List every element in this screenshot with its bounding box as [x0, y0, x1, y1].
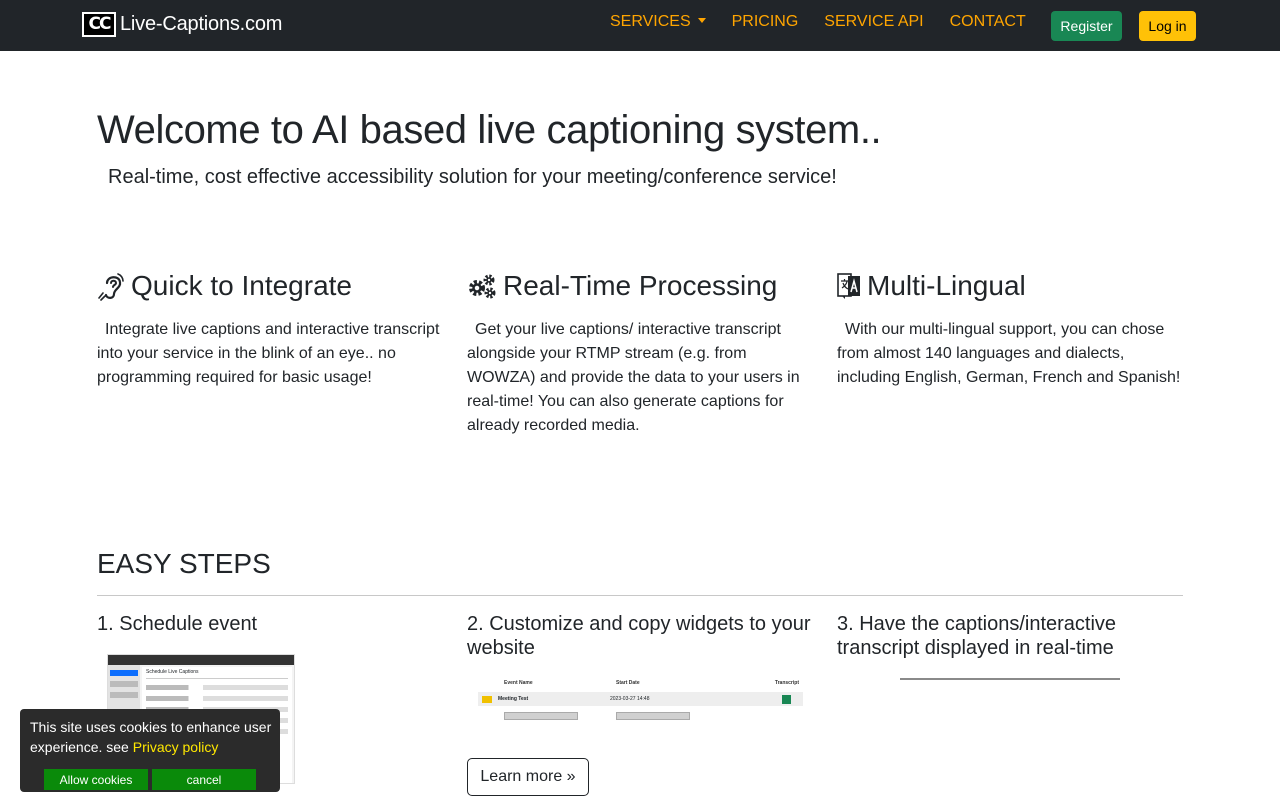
feature-title-text: Quick to Integrate: [131, 270, 353, 301]
nav-contact-link[interactable]: CONTACT: [950, 13, 1026, 31]
hero-title: Welcome to AI based live captioning syst…: [97, 108, 882, 152]
column-start-date: Start Date: [616, 680, 640, 686]
cookie-message: This site uses cookies to enhance user e…: [30, 717, 274, 757]
column-event-name: Event Name: [504, 680, 533, 686]
screenshot-form-title: Schedule Live Captions: [146, 669, 288, 679]
hearing-icon: [98, 273, 124, 301]
captions-display-screenshot: [900, 678, 1120, 680]
nav-services-dropdown[interactable]: SERVICES: [610, 13, 706, 31]
row-start-date: 2023-03-27 14:48: [610, 696, 650, 702]
feature-quick-to-integrate: Quick to Integrate Integrate live captio…: [97, 268, 443, 390]
translate-icon: [837, 273, 860, 299]
feature-description: Integrate live captions and interactive …: [97, 321, 440, 386]
row-event-name: Meeting Test: [498, 696, 529, 702]
screenshot-table-row: Meeting Test 2023-03-27 14:48: [478, 692, 803, 706]
hero-subtitle: Real-time, cost effective accessibility …: [108, 166, 837, 188]
feature-title: Multi-Lingual: [837, 268, 1183, 304]
column-transcript: Transcript: [774, 680, 799, 686]
gears-icon: [469, 274, 496, 299]
feature-multi-lingual: Multi-Lingual With our multi-lingual sup…: [837, 268, 1183, 390]
step-customize-widgets: 2. Customize and copy widgets to your we…: [467, 612, 813, 660]
transcript-icon: [782, 694, 791, 704]
feature-description: Get your live captions/ interactive tran…: [467, 321, 800, 434]
feature-real-time-processing: Real-Time Processing Get your live capti…: [467, 268, 813, 438]
cc-logo-icon: CC: [82, 11, 116, 37]
screenshot-table-header: Event Name Start Date Transcript: [478, 680, 803, 692]
easy-steps-title: EASY STEPS: [97, 548, 271, 579]
brand-link[interactable]: CC Live-Captions.com: [82, 11, 282, 37]
section-divider: [97, 595, 1183, 596]
nav-pricing-link[interactable]: PRICING: [732, 13, 799, 31]
feature-description: With our multi-lingual support, you can …: [837, 321, 1181, 386]
live-badge: [482, 695, 492, 703]
widgets-screenshot: Event Name Start Date Transcript Meeting…: [478, 680, 803, 730]
nav-links: SERVICES PRICING SERVICE API CONTACT: [610, 13, 1052, 31]
login-button[interactable]: Log in: [1139, 11, 1196, 41]
step-display-captions: 3. Have the captions/interactive transcr…: [837, 612, 1183, 660]
step-title: 3. Have the captions/interactive transcr…: [837, 613, 1117, 659]
feature-title: Quick to Integrate: [97, 268, 443, 304]
step-schedule-event: 1. Schedule event: [97, 612, 443, 636]
feature-title: Real-Time Processing: [467, 268, 813, 304]
register-button[interactable]: Register: [1051, 11, 1122, 41]
embed-code-fields: [478, 712, 803, 720]
cookie-banner: This site uses cookies to enhance user e…: [20, 709, 280, 792]
brand-name: Live-Captions.com: [120, 12, 283, 35]
screenshot-topbar: [108, 655, 294, 665]
allow-cookies-button[interactable]: Allow cookies: [44, 769, 148, 790]
privacy-policy-link[interactable]: Privacy policy: [133, 739, 219, 755]
step-title: 1. Schedule event: [97, 613, 258, 635]
nav-service-api-link[interactable]: SERVICE API: [824, 13, 923, 31]
feature-title-text: Real-Time Processing: [503, 270, 778, 301]
caret-down-icon: [697, 18, 706, 23]
nav-services-label: SERVICES: [610, 13, 691, 30]
step-title: 2. Customize and copy widgets to your we…: [467, 613, 811, 659]
feature-title-text: Multi-Lingual: [867, 270, 1026, 301]
cookie-cancel-button[interactable]: cancel: [152, 769, 256, 790]
top-navbar: CC Live-Captions.com SERVICES PRICING SE…: [0, 0, 1280, 51]
learn-more-button[interactable]: Learn more »: [467, 758, 589, 796]
